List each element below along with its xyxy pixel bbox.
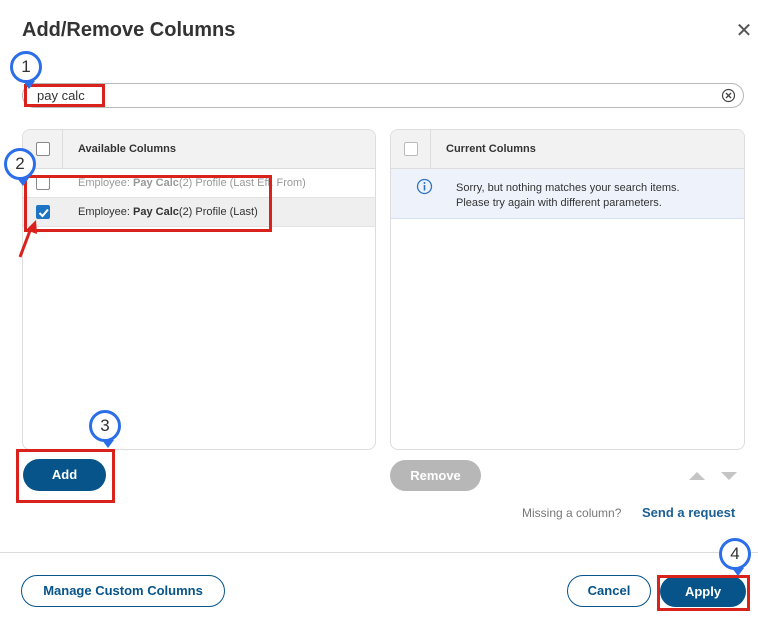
step-badge-3: 3 [89, 410, 121, 448]
current-columns-header: Current Columns [391, 130, 744, 169]
step-number: 2 [15, 154, 25, 173]
current-columns-label: Current Columns [446, 143, 536, 155]
highlight-search [24, 84, 105, 107]
highlight-add-button [16, 449, 115, 503]
send-request-link[interactable]: Send a request [642, 505, 735, 520]
step-badge-4: 4 [719, 538, 751, 576]
search-input[interactable] [37, 86, 717, 105]
current-columns-panel: Current Columns Sorry, but nothing match… [390, 129, 745, 450]
clear-circle-icon[interactable] [721, 88, 736, 103]
no-results-message: Sorry, but nothing matches your search i… [391, 169, 744, 219]
search-field[interactable] [22, 83, 744, 108]
step-number: 1 [21, 57, 31, 76]
step-badge-2: 2 [4, 148, 36, 186]
available-columns-header: Available Columns [23, 130, 375, 169]
step-number: 3 [100, 416, 110, 435]
no-results-line-1: Sorry, but nothing matches your search i… [456, 182, 680, 194]
missing-column-text: Missing a column? [522, 506, 622, 520]
info-icon [416, 178, 433, 195]
footer-divider [0, 552, 758, 553]
no-results-text: Sorry, but nothing matches your search i… [456, 181, 680, 211]
dialog-title: Add/Remove Columns [22, 19, 236, 41]
select-all-available-checkbox[interactable] [36, 142, 50, 156]
move-up-icon[interactable] [689, 472, 705, 480]
move-down-icon[interactable] [721, 472, 737, 480]
remove-button[interactable]: Remove [390, 460, 481, 491]
highlight-selected-row [24, 175, 272, 232]
manage-custom-columns-button[interactable]: Manage Custom Columns [21, 575, 225, 607]
highlight-apply-button [657, 575, 750, 611]
add-remove-columns-dialog: Add/Remove Columns ✕ Available Columns E… [0, 0, 758, 638]
step-badge-1: 1 [10, 51, 42, 89]
pointer-arrow-icon [18, 220, 37, 258]
select-all-cell [391, 130, 431, 169]
close-icon[interactable]: ✕ [734, 21, 754, 41]
cancel-button[interactable]: Cancel [567, 575, 651, 607]
step-number: 4 [730, 544, 740, 563]
available-columns-label: Available Columns [78, 143, 177, 155]
select-all-current-checkbox[interactable] [404, 142, 418, 156]
no-results-line-2: Please try again with different paramete… [456, 197, 662, 209]
